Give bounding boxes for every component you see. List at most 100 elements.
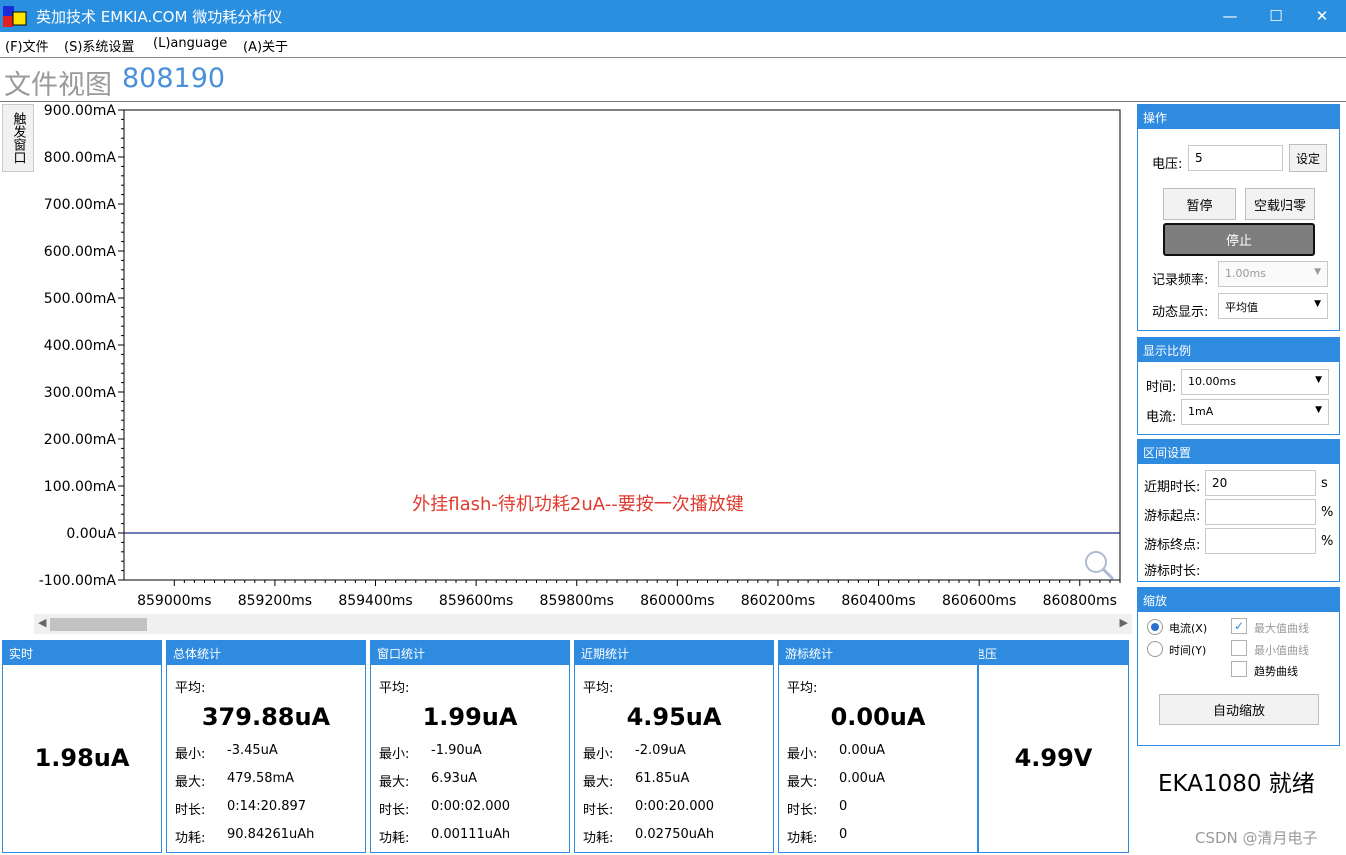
menu-language[interactable]: (L)anguage — [153, 36, 227, 51]
panel-title: 电压 — [979, 641, 1128, 665]
radio-time-label: 时间(Y) — [1169, 644, 1207, 657]
panel-title: 近期统计 — [575, 641, 773, 665]
panel-scale: 显示比例 时间: 10.00ms ▼ 电流: 1mA ▼ — [1137, 337, 1340, 435]
panel-realtime: 实时 1.98uA — [2, 640, 162, 853]
recent-duration-input[interactable]: 20 — [1205, 470, 1316, 496]
scroll-right-icon[interactable]: ▶ — [1120, 616, 1128, 629]
x-axis: 859000ms 859200ms 859400ms 859600ms 859800ms… — [137, 580, 1121, 609]
rate-select[interactable]: 1.00ms ▼ — [1218, 261, 1328, 287]
min-label: 最小: — [787, 747, 818, 762]
chevron-down-icon: ▼ — [1314, 267, 1321, 277]
avg-value: 379.88uA — [201, 703, 331, 731]
min-label: 最小: — [175, 747, 206, 762]
y-tick-label: 100.00mA — [44, 479, 117, 495]
stop-button[interactable]: 停止 — [1163, 223, 1315, 256]
auto-zoom-button[interactable]: 自动缩放 — [1159, 694, 1319, 725]
panel-cursor: 游标统计 平均: 0.00uA 最小: 0.00uA 最大: 0.00uA 时长… — [778, 640, 978, 853]
time-label: 时间: — [1146, 380, 1177, 395]
max-value: 6.93uA — [431, 771, 478, 786]
current-chart[interactable]: 900.00mA 800.00mA 700.00mA 600.00mA 500.00mA… — [0, 102, 1134, 614]
cursor-end-label: 游标终点: — [1144, 538, 1201, 553]
radio-current-label: 电流(X) — [1169, 622, 1208, 635]
panel-zoom: 缩放 电流(X) 时间(Y) ✓ 最大值曲线 最小值曲线 趋势曲线 自动缩放 — [1137, 587, 1340, 746]
avg-value: 4.95uA — [626, 703, 722, 731]
chevron-down-icon: ▼ — [1314, 299, 1321, 309]
max-label: 最大: — [787, 775, 818, 790]
panel-title: 操作 — [1138, 105, 1339, 129]
x-tick-label: 860000ms — [640, 593, 714, 609]
panel-interval: 区间设置 近期时长: 20 s 游标起点: % 游标终点: % 游标时长: — [1137, 439, 1340, 582]
menu-about[interactable]: (A)关于 — [243, 36, 288, 55]
min-value: -1.90uA — [431, 743, 482, 758]
voltage-value: 4.99V — [1014, 744, 1093, 772]
min-label: 最小: — [379, 747, 410, 762]
x-tick-label: 860200ms — [741, 593, 815, 609]
current-select[interactable]: 1mA ▼ — [1181, 399, 1329, 425]
dur-label: 时长: — [175, 803, 206, 818]
checkmark-icon: ✓ — [1233, 619, 1245, 633]
avg-label: 平均: — [787, 681, 818, 696]
radio-time[interactable] — [1147, 641, 1163, 657]
x-tick-label: 859600ms — [439, 593, 513, 609]
panel-title: 窗口统计 — [371, 641, 569, 665]
app-logo-icon — [3, 6, 27, 27]
recent-duration-label: 近期时长: — [1144, 480, 1201, 495]
panel-title: 区间设置 — [1138, 440, 1339, 464]
cursor-end-input[interactable] — [1205, 528, 1316, 554]
watermark: CSDN @清月电子 — [1195, 829, 1318, 847]
dur-value: 0:00:20.000 — [635, 799, 715, 814]
checkbox-trend-curve[interactable] — [1231, 661, 1247, 677]
pause-button[interactable]: 暂停 — [1163, 188, 1236, 220]
max-value: 0.00uA — [839, 771, 886, 786]
dynamic-label: 动态显示: — [1152, 305, 1209, 320]
device-status: EKA1080 就绪 — [1158, 771, 1315, 797]
energy-value: 0.02750uAh — [635, 827, 715, 842]
set-button[interactable]: 设定 — [1289, 144, 1327, 172]
trend-curve-label: 趋势曲线 — [1254, 665, 1298, 678]
dur-label: 时长: — [379, 803, 410, 818]
panel-operation: 操作 电压: 5 设定 暂停 空载归零 停止 记录频率: 1.00ms ▼ 动态… — [1137, 104, 1340, 331]
cursor-start-input[interactable] — [1205, 499, 1316, 525]
y-axis: 900.00mA 800.00mA 700.00mA 600.00mA 500.00mA… — [39, 103, 124, 589]
start-unit: % — [1321, 505, 1334, 520]
max-value: 61.85uA — [635, 771, 690, 786]
energy-label: 功耗: — [787, 831, 818, 846]
dur-value: 0:14:20.897 — [227, 799, 307, 814]
min-value: 0.00uA — [839, 743, 886, 758]
title-bar: 英加技术 EMKIA.COM 微功耗分析仪 — ☐ ✕ — [0, 0, 1346, 32]
cursor-duration-label: 游标时长: — [1144, 564, 1201, 579]
time-select[interactable]: 10.00ms ▼ — [1181, 369, 1329, 395]
chart-scrollbar[interactable]: ◀ ▶ — [34, 614, 1132, 634]
menu-bar: (F)文件 (S)系统设置 (L)anguage (A)关于 — [0, 32, 1346, 58]
minimize-btn-real[interactable]: — — [1207, 0, 1253, 32]
avg-label: 平均: — [583, 681, 614, 696]
checkbox-min-curve[interactable] — [1231, 640, 1247, 656]
y-tick-label: 900.00mA — [44, 103, 117, 119]
dur-label: 时长: — [583, 803, 614, 818]
voltage-input[interactable]: 5 — [1188, 145, 1283, 171]
min-label: 最小: — [583, 747, 614, 762]
y-tick-label: 300.00mA — [44, 385, 117, 401]
y-tick-label: -100.00mA — [39, 573, 117, 589]
chevron-down-icon: ▼ — [1315, 375, 1322, 385]
menu-settings[interactable]: (S)系统设置 — [64, 36, 134, 55]
x-tick-label: 860600ms — [942, 593, 1016, 609]
energy-value: 0 — [839, 827, 848, 842]
recent-unit: s — [1321, 476, 1328, 491]
maximize-button[interactable]: ☐ — [1253, 0, 1299, 32]
x-tick-label: 859400ms — [338, 593, 412, 609]
radio-current[interactable] — [1147, 619, 1163, 635]
avg-label: 平均: — [175, 681, 206, 696]
energy-label: 功耗: — [379, 831, 410, 846]
y-tick-label: 0.00uA — [66, 526, 116, 542]
close-button[interactable]: ✕ — [1299, 0, 1345, 32]
checkbox-max-curve[interactable]: ✓ — [1231, 618, 1247, 634]
min-value: -2.09uA — [635, 743, 686, 758]
scroll-left-icon[interactable]: ◀ — [38, 616, 46, 629]
scroll-thumb[interactable] — [50, 618, 147, 631]
dynamic-value: 平均值 — [1225, 301, 1258, 314]
current-value: 1mA — [1188, 405, 1214, 418]
zero-button[interactable]: 空载归零 — [1245, 188, 1315, 220]
dynamic-select[interactable]: 平均值 ▼ — [1218, 293, 1328, 319]
menu-file[interactable]: (F)文件 — [5, 36, 49, 55]
